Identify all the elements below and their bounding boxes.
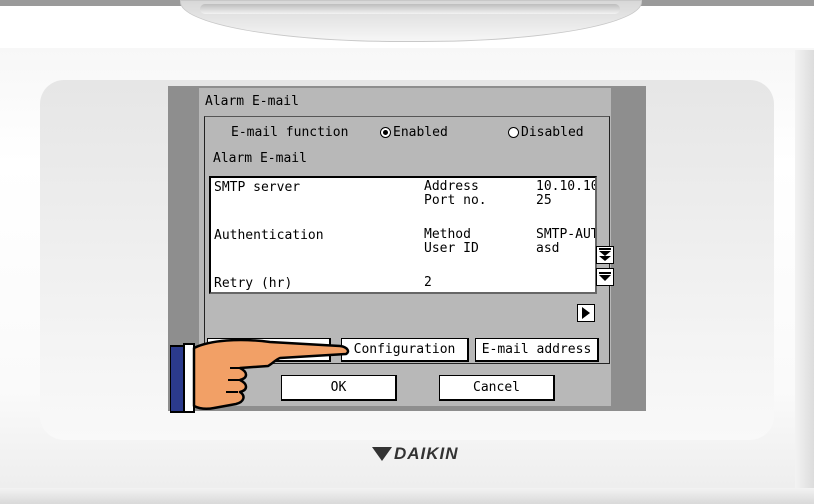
list-item[interactable]: Retry (hr) 2 xyxy=(214,275,594,292)
list-item-name: Retry (hr) xyxy=(214,276,293,291)
list-item-keys: Address Port no. xyxy=(424,179,487,208)
email-settings-group: E-mail function Enabled Disabled Alarm E… xyxy=(204,116,614,364)
list-item[interactable]: SMTP server Address Port no. 10.10.10 25 xyxy=(214,179,597,212)
scroll-down-button[interactable] xyxy=(596,268,614,286)
list-item-name: SMTP server xyxy=(214,180,301,195)
next-page-button[interactable] xyxy=(577,304,595,322)
radio-selected-icon xyxy=(380,127,391,138)
down-arrow-icon xyxy=(599,272,611,281)
brand-name: DAIKIN xyxy=(394,444,459,463)
radio-unselected-icon xyxy=(508,127,519,138)
stylus-holder xyxy=(200,4,620,14)
double-down-arrow-icon xyxy=(599,248,611,261)
email-address-button[interactable]: E-mail address xyxy=(475,338,599,362)
device-bottom-edge xyxy=(0,488,814,504)
screen-title: Alarm E-mail xyxy=(205,94,299,109)
disabled-radio-label: Disabled xyxy=(521,125,584,140)
device-right-edge xyxy=(795,50,814,504)
alarm-email-section-label: Alarm E-mail xyxy=(213,151,307,166)
list-item-values: SMTP-AUT asd xyxy=(536,228,597,256)
enabled-radio[interactable]: Enabled xyxy=(380,125,448,140)
brand-logo: DAIKIN xyxy=(372,444,459,464)
scroll-page-down-button[interactable] xyxy=(596,246,614,264)
touch-panel-device: Alarm E-mail E-mail function Enabled Dis… xyxy=(0,0,814,504)
list-item[interactable]: Authentication Method User ID SMTP-AUT a… xyxy=(214,227,597,260)
list-item-keys: Method User ID xyxy=(424,227,479,256)
right-arrow-icon xyxy=(582,307,590,319)
pointing-hand-icon xyxy=(170,338,350,413)
cancel-button[interactable]: Cancel xyxy=(439,375,555,401)
email-function-label: E-mail function xyxy=(231,125,349,140)
list-item-name: Authentication xyxy=(214,228,324,243)
settings-list[interactable]: SMTP server Address Port no. 10.10.10 25… xyxy=(209,176,597,294)
list-item-values: 10.10.10 25 xyxy=(536,180,597,208)
configuration-button[interactable]: Configuration xyxy=(341,338,469,362)
daikin-mark-icon xyxy=(372,447,392,461)
enabled-radio-label: Enabled xyxy=(393,125,448,140)
disabled-radio[interactable]: Disabled xyxy=(508,125,584,140)
list-item-keys: 2 xyxy=(424,275,432,290)
